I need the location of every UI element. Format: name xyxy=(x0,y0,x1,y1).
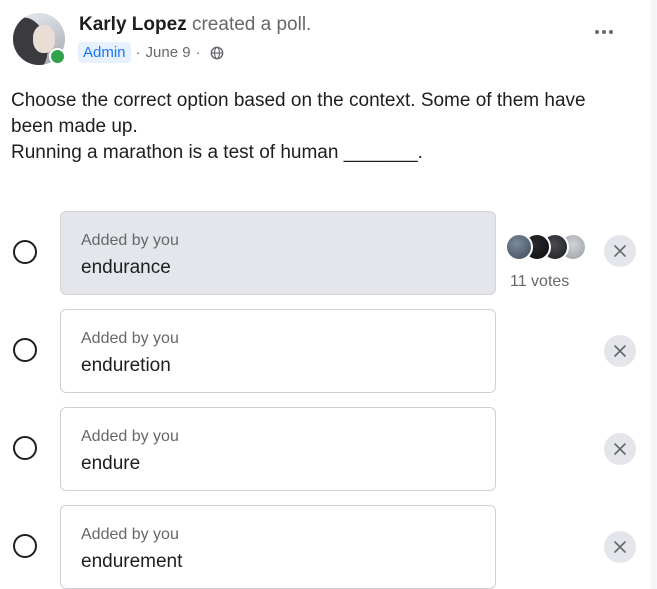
option-radio-endure[interactable] xyxy=(13,436,37,460)
close-icon xyxy=(614,443,626,455)
more-horizontal-icon[interactable] xyxy=(589,22,619,42)
vote-count[interactable]: 11 votes xyxy=(510,273,569,291)
voter-avatar xyxy=(505,233,533,261)
option-added-by: Added by you xyxy=(81,526,179,543)
poll-option-endure[interactable]: Added by you endure xyxy=(60,407,496,491)
option-radio-endurance[interactable] xyxy=(13,240,37,264)
question-line: Choose the correct option based on the c… xyxy=(11,90,586,111)
option-text: endurance xyxy=(81,257,171,278)
post-header: Karly Lopez created a poll. xyxy=(79,14,311,36)
admin-badge[interactable]: Admin xyxy=(78,42,131,63)
meta-separator: · xyxy=(195,44,201,61)
remove-option-button[interactable] xyxy=(604,531,636,563)
poll-option-endurance[interactable]: Added by you endurance xyxy=(60,211,496,295)
option-added-by: Added by you xyxy=(81,428,179,445)
author-name[interactable]: Karly Lopez xyxy=(79,14,187,35)
page-edge xyxy=(651,0,657,589)
remove-option-button[interactable] xyxy=(604,433,636,465)
question-line: been made up. xyxy=(11,116,138,137)
close-icon xyxy=(614,345,626,357)
post-meta: Admin · June 9 · xyxy=(78,42,224,63)
option-added-by: Added by you xyxy=(81,330,179,347)
option-radio-endurement[interactable] xyxy=(13,534,37,558)
meta-separator: · xyxy=(135,44,141,61)
post-action-text: created a poll. xyxy=(191,14,312,35)
author-avatar[interactable] xyxy=(13,13,66,65)
poll-option-endurement[interactable]: Added by you endurement xyxy=(60,505,496,589)
question-line: Running a marathon is a test of human __… xyxy=(11,142,423,163)
option-text: endure xyxy=(81,453,141,474)
option-text: enduretion xyxy=(81,355,171,376)
post-date[interactable]: June 9 xyxy=(146,44,191,61)
option-radio-enduretion[interactable] xyxy=(13,338,37,362)
remove-option-button[interactable] xyxy=(604,335,636,367)
option-added-by: Added by you xyxy=(81,232,179,249)
remove-option-button[interactable] xyxy=(604,235,636,267)
online-status-icon xyxy=(49,48,66,65)
close-icon xyxy=(614,541,626,553)
globe-icon[interactable] xyxy=(210,46,224,60)
poll-option-enduretion[interactable]: Added by you enduretion xyxy=(60,309,496,393)
poll-question: Choose the correct option based on the c… xyxy=(11,88,641,166)
close-icon xyxy=(614,245,626,257)
option-text: endurement xyxy=(81,551,183,572)
voter-avatars[interactable] xyxy=(505,233,605,263)
